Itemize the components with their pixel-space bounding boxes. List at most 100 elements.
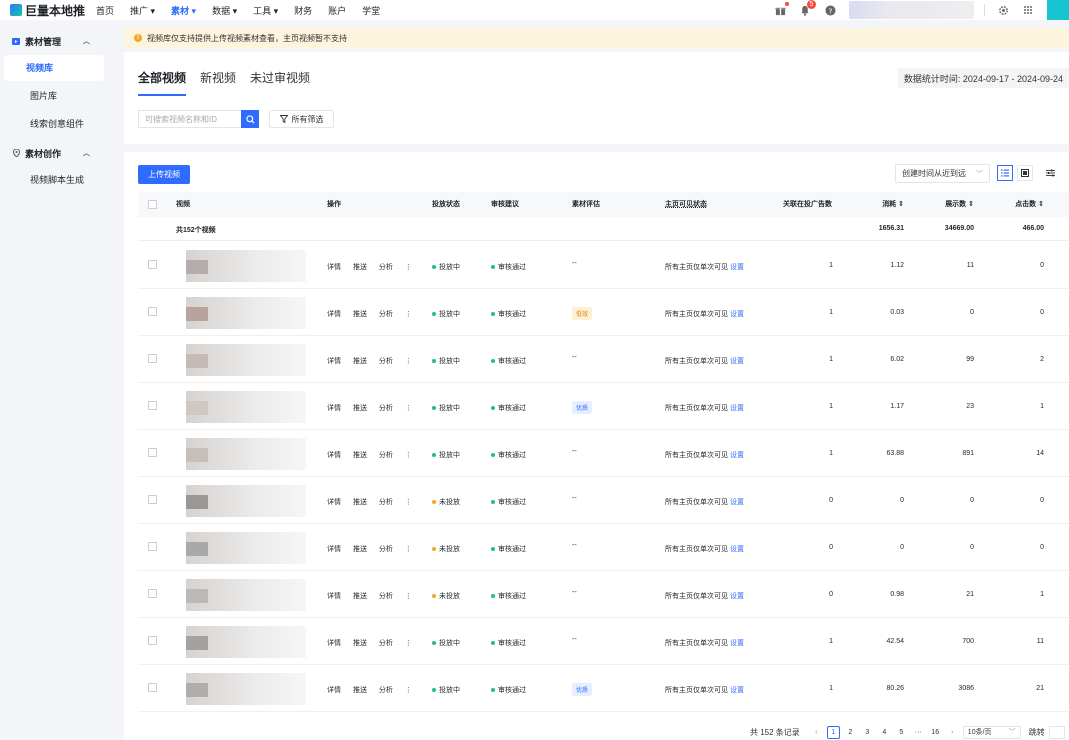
nav-item[interactable]: 推广 ▾ (130, 4, 155, 17)
detail-link[interactable]: 详情 (327, 687, 341, 694)
more-icon[interactable]: ⋮ (405, 593, 412, 600)
corner-action-button[interactable] (1047, 0, 1069, 20)
more-icon[interactable]: ⋮ (405, 546, 412, 553)
detail-link[interactable]: 详情 (327, 452, 341, 459)
page-size-select[interactable]: 10条/页 ﹀ (962, 725, 1021, 739)
video-thumbnail-blurred[interactable] (186, 250, 306, 282)
set-visibility-link[interactable]: 设置 (730, 499, 744, 506)
col-clicks[interactable]: 点击数 ⇕ (1006, 192, 1044, 217)
sidebar-item[interactable]: 视频库 (4, 55, 104, 81)
row-checkbox[interactable] (148, 636, 157, 645)
push-link[interactable]: 推送 (353, 593, 367, 600)
select-all-checkbox[interactable] (148, 200, 157, 209)
more-icon[interactable]: ⋮ (405, 452, 412, 459)
more-icon[interactable]: ⋮ (405, 499, 412, 506)
push-link[interactable]: 推送 (353, 264, 367, 271)
push-link[interactable]: 推送 (353, 405, 367, 412)
more-icon[interactable]: ⋮ (405, 687, 412, 694)
column-settings-button[interactable] (1042, 165, 1058, 181)
app-grid-icon[interactable] (1022, 4, 1034, 16)
jump-page-input[interactable] (1048, 725, 1065, 739)
detail-link[interactable]: 详情 (327, 311, 341, 318)
sidebar-group-material-creation[interactable]: 素材创作 ︿ (0, 140, 112, 166)
set-visibility-link[interactable]: 设置 (730, 264, 744, 271)
sidebar-group-material-management[interactable]: 素材管理 ︿ (0, 28, 112, 54)
set-visibility-link[interactable]: 设置 (730, 593, 744, 600)
nav-item[interactable]: 学堂 (362, 4, 380, 17)
row-checkbox[interactable] (148, 448, 157, 457)
set-visibility-link[interactable]: 设置 (730, 405, 744, 412)
push-link[interactable]: 推送 (353, 358, 367, 365)
nav-item[interactable]: 账户 (328, 4, 346, 17)
sidebar-item[interactable]: 图片库 (4, 83, 104, 109)
page-button[interactable]: 3 (861, 726, 874, 739)
video-thumbnail-blurred[interactable] (186, 344, 306, 376)
row-checkbox[interactable] (148, 401, 157, 410)
row-checkbox[interactable] (148, 260, 157, 269)
push-link[interactable]: 推送 (353, 546, 367, 553)
row-checkbox[interactable] (148, 683, 157, 692)
page-button[interactable]: 4 (878, 726, 891, 739)
upload-video-button[interactable]: 上传视频 (138, 165, 190, 184)
push-link[interactable]: 推送 (353, 499, 367, 506)
row-checkbox[interactable] (148, 307, 157, 316)
sort-select[interactable]: 创建时间从近到远 ﹀ (895, 164, 990, 183)
tab[interactable]: 未过审视频 (250, 69, 310, 96)
video-thumbnail-blurred[interactable] (186, 485, 306, 517)
more-icon[interactable]: ⋮ (405, 640, 412, 647)
user-account-blurred[interactable] (849, 1, 974, 19)
detail-link[interactable]: 详情 (327, 405, 341, 412)
more-icon[interactable]: ⋮ (405, 405, 412, 412)
analyze-link[interactable]: 分析 (379, 311, 393, 318)
set-visibility-link[interactable]: 设置 (730, 358, 744, 365)
page-button[interactable]: 5 (895, 726, 908, 739)
detail-link[interactable]: 详情 (327, 546, 341, 553)
tab[interactable]: 新视频 (200, 69, 236, 96)
next-page-button[interactable]: › (946, 726, 959, 739)
set-visibility-link[interactable]: 设置 (730, 687, 744, 694)
settings-gear-icon[interactable] (997, 4, 1009, 16)
video-thumbnail-blurred[interactable] (186, 673, 306, 705)
page-button[interactable]: 2 (844, 726, 857, 739)
detail-link[interactable]: 详情 (327, 358, 341, 365)
page-button[interactable]: 1 (826, 725, 840, 739)
detail-link[interactable]: 详情 (327, 640, 341, 647)
card-view-button[interactable] (1017, 165, 1033, 181)
analyze-link[interactable]: 分析 (379, 593, 393, 600)
tab[interactable]: 全部视频 (138, 69, 187, 96)
search-button[interactable] (241, 110, 259, 128)
all-filters-button[interactable]: 所有筛选 (269, 110, 334, 128)
col-cost[interactable]: 消耗 ⇕ (864, 192, 904, 217)
set-visibility-link[interactable]: 设置 (730, 311, 744, 318)
list-view-button[interactable] (997, 165, 1013, 181)
help-icon[interactable]: ? (824, 4, 836, 16)
more-icon[interactable]: ⋮ (405, 264, 412, 271)
sidebar-item[interactable]: 视频脚本生成 (4, 167, 104, 193)
analyze-link[interactable]: 分析 (379, 358, 393, 365)
video-thumbnail-blurred[interactable] (186, 297, 306, 329)
analyze-link[interactable]: 分析 (379, 264, 393, 271)
push-link[interactable]: 推送 (353, 640, 367, 647)
notification-bell-icon[interactable]: 5 (799, 0, 816, 16)
video-thumbnail-blurred[interactable] (186, 438, 306, 470)
page-button[interactable]: 16 (929, 726, 942, 739)
more-icon[interactable]: ⋮ (405, 311, 412, 318)
date-range[interactable]: 数据统计时间: 2024-09-17 - 2024-09-24 (897, 68, 1069, 88)
set-visibility-link[interactable]: 设置 (730, 546, 744, 553)
push-link[interactable]: 推送 (353, 452, 367, 459)
more-icon[interactable]: ⋮ (405, 358, 412, 365)
nav-item[interactable]: 素材 ▾ (171, 4, 196, 17)
analyze-link[interactable]: 分析 (379, 546, 393, 553)
analyze-link[interactable]: 分析 (379, 640, 393, 647)
set-visibility-link[interactable]: 设置 (730, 452, 744, 459)
push-link[interactable]: 推送 (353, 311, 367, 318)
nav-item[interactable]: 工具 ▾ (253, 4, 278, 17)
video-thumbnail-blurred[interactable] (186, 391, 306, 423)
col-impressions[interactable]: 展示数 ⇕ (928, 192, 974, 217)
nav-item[interactable]: 首页 (96, 4, 114, 17)
analyze-link[interactable]: 分析 (379, 687, 393, 694)
search-input[interactable]: 可搜索视频名称和ID (138, 110, 241, 128)
push-link[interactable]: 推送 (353, 687, 367, 694)
analyze-link[interactable]: 分析 (379, 405, 393, 412)
analyze-link[interactable]: 分析 (379, 452, 393, 459)
